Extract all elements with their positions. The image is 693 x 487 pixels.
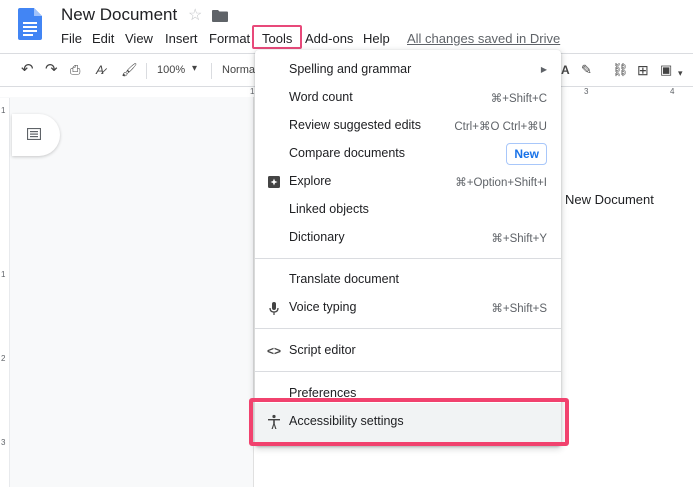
save-status-link[interactable]: All changes saved in Drive <box>407 31 560 46</box>
zoom-select[interactable]: 100% <box>157 64 185 76</box>
menu-insert[interactable]: Insert <box>165 31 198 46</box>
ruler-number: 1 <box>1 270 6 279</box>
spellcheck-icon[interactable]: A̷ <box>96 62 104 78</box>
menu-item-label: Translate document <box>289 272 400 286</box>
toolbar-divider <box>211 63 212 79</box>
vertical-ruler[interactable]: 1 1 2 3 <box>0 98 10 487</box>
menu-edit[interactable]: Edit <box>92 31 114 46</box>
tools-dropdown-menu: Spelling and grammar ▶ Word count ⌘+Shif… <box>255 50 561 446</box>
menu-item-shortcut: ⌘+Shift+S <box>491 303 547 315</box>
menu-item-label: Word count <box>289 90 353 104</box>
ruler-number: 4 <box>670 87 675 96</box>
explore-icon <box>268 176 280 188</box>
menu-item-spelling-grammar[interactable]: Spelling and grammar ▶ <box>255 56 561 84</box>
outline-icon[interactable] <box>27 128 41 140</box>
toolbar-divider <box>146 63 147 79</box>
star-icon[interactable]: ☆ <box>188 5 202 25</box>
menu-item-label: Dictionary <box>289 230 345 244</box>
print-icon[interactable]: ⎙ <box>70 62 80 78</box>
google-docs-logo-icon[interactable] <box>18 8 42 40</box>
document-title[interactable]: New Document <box>61 5 177 25</box>
insert-link-icon[interactable]: ⛓︎ <box>612 62 629 78</box>
zoom-caret-icon[interactable]: ▾ <box>192 63 197 74</box>
menu-divider <box>255 371 561 372</box>
menu-item-explore[interactable]: Explore ⌘+Option+Shift+I <box>255 168 561 196</box>
insert-image-icon[interactable]: ▣ <box>660 62 672 78</box>
tools-menu-highlight <box>252 25 302 49</box>
document-body-text[interactable]: New Document <box>565 192 654 207</box>
ruler-number: 2 <box>1 354 6 363</box>
menu-item-shortcut: ⌘+Option+Shift+I <box>455 177 547 189</box>
microphone-icon <box>269 302 279 315</box>
menu-item-label: Compare documents <box>289 146 406 160</box>
menu-item-word-count[interactable]: Word count ⌘+Shift+C <box>255 84 561 112</box>
menu-item-label: Spelling and grammar <box>289 62 412 76</box>
menu-item-shortcut: ⌘+Shift+C <box>490 93 547 105</box>
menu-item-label: Voice typing <box>289 300 357 314</box>
menu-help[interactable]: Help <box>363 31 390 46</box>
new-badge: New <box>506 143 547 165</box>
menu-item-translate-document[interactable]: Translate document <box>255 266 561 294</box>
ruler-number: 3 <box>1 438 6 447</box>
menu-item-label: Explore <box>289 174 332 188</box>
paint-format-icon[interactable]: 🖌︎ <box>121 62 138 78</box>
menu-item-script-editor[interactable]: <> Script editor <box>255 337 561 365</box>
menu-item-linked-objects[interactable]: Linked objects <box>255 196 561 224</box>
menu-item-label: Linked objects <box>289 202 369 216</box>
ruler-number: 3 <box>584 87 589 96</box>
text-color-icon[interactable]: A <box>561 62 570 78</box>
code-icon: <> <box>266 344 281 358</box>
menu-item-review-suggested-edits[interactable]: Review suggested edits Ctrl+⌘O Ctrl+⌘U <box>255 112 561 140</box>
redo-icon[interactable]: ↷ <box>45 62 58 78</box>
menu-item-compare-documents[interactable]: Compare documents New <box>255 140 561 168</box>
paragraph-style-select[interactable]: Normal <box>222 64 257 76</box>
menu-format[interactable]: Format <box>209 31 250 46</box>
accessibility-settings-highlight <box>249 398 569 446</box>
highlight-color-icon[interactable]: ✎ <box>581 62 592 78</box>
menu-item-dictionary[interactable]: Dictionary ⌘+Shift+Y <box>255 224 561 252</box>
menu-file[interactable]: File <box>61 31 82 46</box>
insert-comment-icon[interactable]: ⊞ <box>637 62 649 78</box>
ruler-number: 1 <box>250 87 255 96</box>
menu-item-label: Review suggested edits <box>289 118 422 132</box>
menu-addons[interactable]: Add-ons <box>305 31 353 46</box>
ruler-number: 1 <box>1 106 6 115</box>
undo-icon[interactable]: ↶ <box>21 62 34 78</box>
folder-icon[interactable] <box>212 10 228 22</box>
menu-item-voice-typing[interactable]: Voice typing ⌘+Shift+S <box>255 294 561 322</box>
menu-divider <box>255 328 561 329</box>
menu-item-shortcut: Ctrl+⌘O Ctrl+⌘U <box>454 121 547 133</box>
menu-item-shortcut: ⌘+Shift+Y <box>491 233 547 245</box>
menu-item-label: Script editor <box>289 343 356 357</box>
image-caret-icon[interactable]: ▾ <box>678 65 683 81</box>
menu-view[interactable]: View <box>125 31 153 46</box>
menu-divider <box>255 258 561 259</box>
submenu-arrow-icon: ▶ <box>540 65 547 74</box>
